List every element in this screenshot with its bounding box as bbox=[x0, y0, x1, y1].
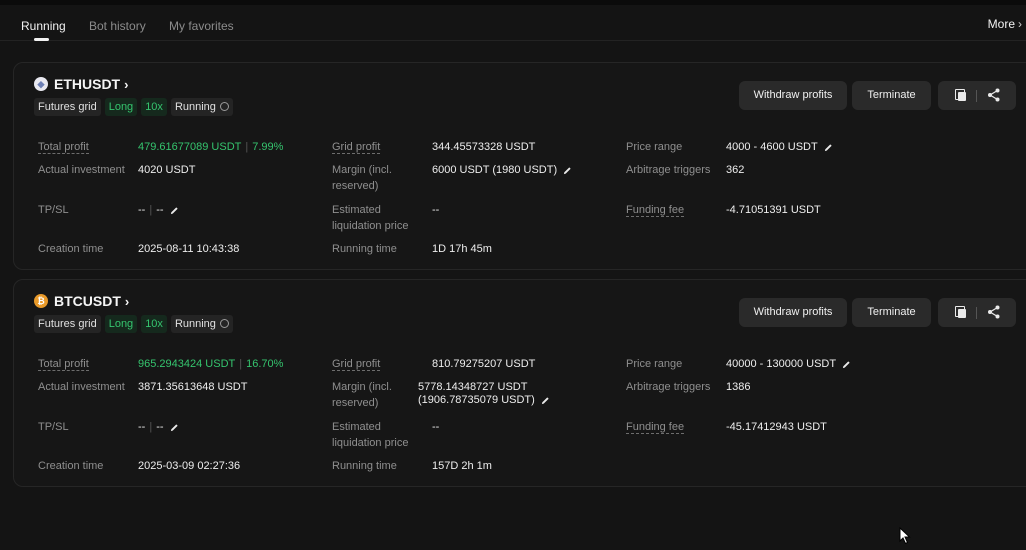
actual-investment-value: 3871.35613648 USDT bbox=[138, 381, 248, 393]
chevron-right-icon: › bbox=[124, 294, 130, 309]
tpsl-label: TP/SL bbox=[38, 204, 69, 216]
total-profit-value: 479.61677089 USDT | 7.99% bbox=[138, 141, 284, 153]
grid-profit-label[interactable]: Grid profit bbox=[332, 139, 381, 155]
edit-icon[interactable] bbox=[842, 360, 851, 369]
tab-bar: Running Bot history My favorites More › bbox=[0, 5, 1026, 41]
tag-status: Running bbox=[170, 315, 233, 333]
terminate-button[interactable]: Terminate bbox=[852, 81, 931, 110]
price-range-value: 4000 - 4600 USDT bbox=[726, 141, 833, 154]
more-link[interactable]: More › bbox=[988, 17, 1022, 31]
total-profit-label[interactable]: Total profit bbox=[38, 356, 89, 372]
bot-card: ◆ ETHUSDT › Futures grid Long 10x Running… bbox=[13, 62, 1026, 270]
total-profit-value: 965.2943424 USDT | 16.70% bbox=[138, 358, 284, 370]
chevron-right-icon: › bbox=[1018, 17, 1022, 31]
actual-investment-label: Actual investment bbox=[38, 164, 125, 176]
running-time-label: Running time bbox=[332, 460, 397, 472]
clock-icon bbox=[219, 102, 229, 111]
copy-icon[interactable] bbox=[955, 306, 967, 319]
funding-fee-label[interactable]: Funding fee bbox=[626, 419, 685, 435]
clock-icon bbox=[219, 319, 229, 328]
active-tab-indicator bbox=[34, 38, 49, 41]
btc-icon: ₿ bbox=[34, 294, 48, 308]
action-button-group bbox=[938, 81, 1016, 110]
grid-profit-label[interactable]: Grid profit bbox=[332, 356, 381, 372]
funding-fee-value: -45.17412943 USDT bbox=[726, 421, 827, 433]
share-icon[interactable] bbox=[987, 88, 1001, 102]
margin-label: Margin (incl. reserved) bbox=[332, 164, 392, 192]
tag-leverage: 10x bbox=[141, 98, 167, 116]
edit-icon[interactable] bbox=[170, 423, 179, 432]
margin-label: Margin (incl. reserved) bbox=[332, 381, 392, 409]
pair-name: ETHUSDT bbox=[54, 76, 121, 92]
eth-icon: ◆ bbox=[34, 77, 48, 91]
margin-value-line2: (1906.78735079 USDT) bbox=[418, 394, 550, 407]
tab-running[interactable]: Running bbox=[21, 19, 66, 33]
terminate-button[interactable]: Terminate bbox=[852, 298, 931, 327]
tab-my-favorites[interactable]: My favorites bbox=[169, 19, 234, 33]
copy-icon[interactable] bbox=[955, 89, 967, 102]
est-liq-value: -- bbox=[432, 421, 440, 433]
actual-investment-value: 4020 USDT bbox=[138, 164, 196, 176]
total-profit-label[interactable]: Total profit bbox=[38, 139, 89, 155]
tag-row: Futures grid Long 10x Running bbox=[34, 98, 233, 116]
share-icon[interactable] bbox=[987, 305, 1001, 319]
arbitrage-triggers-label: Arbitrage triggers bbox=[626, 381, 711, 393]
withdraw-profits-button[interactable]: Withdraw profits bbox=[739, 81, 847, 110]
tag-row: Futures grid Long 10x Running bbox=[34, 315, 233, 333]
creation-time-label: Creation time bbox=[38, 243, 104, 255]
tag-status-label: Running bbox=[174, 318, 216, 330]
running-time-value: 1D 17h 45m bbox=[432, 243, 492, 255]
pair-name: BTCUSDT bbox=[54, 293, 121, 309]
margin-value-line1: 5778.14348727 USDT bbox=[418, 381, 528, 393]
grid-profit-value: 344.45573328 USDT bbox=[432, 141, 536, 153]
price-range-value: 40000 - 130000 USDT bbox=[726, 358, 851, 371]
margin-value: 6000 USDT (1980 USDT) bbox=[432, 164, 572, 177]
tab-bot-history[interactable]: Bot history bbox=[89, 19, 146, 33]
running-time-value: 157D 2h 1m bbox=[432, 460, 492, 472]
funding-fee-value: -4.71051391 USDT bbox=[726, 204, 821, 216]
price-range-label: Price range bbox=[626, 358, 683, 370]
margin-value: 5778.14348727 USDT (1906.78735079 USDT) bbox=[418, 381, 550, 407]
chevron-right-icon: › bbox=[124, 77, 129, 92]
arbitrage-triggers-value: 1386 bbox=[726, 381, 751, 393]
pair-link[interactable]: BTCUSDT › bbox=[54, 293, 129, 309]
edit-icon[interactable] bbox=[824, 143, 833, 152]
withdraw-profits-button[interactable]: Withdraw profits bbox=[739, 298, 847, 327]
est-liq-label: Estimated liquidation price bbox=[332, 421, 409, 449]
est-liq-value: -- bbox=[432, 204, 440, 216]
bots-page: Running Bot history My favorites More › ◆… bbox=[0, 0, 1026, 550]
edit-icon[interactable] bbox=[563, 166, 572, 175]
funding-fee-label[interactable]: Funding fee bbox=[626, 202, 685, 218]
actual-investment-label: Actual investment bbox=[38, 381, 125, 393]
grid-profit-value: 810.79275207 USDT bbox=[432, 358, 536, 370]
divider bbox=[976, 307, 977, 319]
more-label: More bbox=[987, 17, 1015, 31]
tag-status: Running bbox=[170, 98, 233, 116]
tpsl-value: -- | -- bbox=[138, 421, 179, 434]
creation-time-label: Creation time bbox=[38, 460, 104, 472]
creation-time-value: 2025-08-11 10:43:38 bbox=[138, 243, 240, 255]
pair-link[interactable]: ETHUSDT › bbox=[54, 76, 128, 92]
price-range-label: Price range bbox=[626, 141, 683, 153]
edit-icon[interactable] bbox=[541, 396, 550, 405]
tag-direction: Long bbox=[104, 315, 138, 333]
creation-time-value: 2025-03-09 02:27:36 bbox=[138, 460, 241, 472]
arbitrage-triggers-label: Arbitrage triggers bbox=[626, 164, 711, 176]
bot-card: ₿ BTCUSDT › Futures grid Long 10x Running… bbox=[13, 279, 1026, 487]
tpsl-label: TP/SL bbox=[38, 421, 69, 433]
tag-type: Futures grid bbox=[34, 315, 101, 333]
tag-direction: Long bbox=[104, 98, 138, 116]
running-time-label: Running time bbox=[332, 243, 397, 255]
tag-leverage: 10x bbox=[141, 315, 167, 333]
mouse-cursor-icon bbox=[899, 527, 911, 545]
tpsl-value: -- | -- bbox=[138, 204, 179, 217]
action-button-group bbox=[938, 298, 1016, 327]
divider bbox=[976, 90, 977, 102]
edit-icon[interactable] bbox=[170, 206, 179, 215]
arbitrage-triggers-value: 362 bbox=[726, 164, 745, 176]
tag-type: Futures grid bbox=[34, 98, 101, 116]
est-liq-label: Estimated liquidation price bbox=[332, 204, 409, 232]
tag-status-label: Running bbox=[174, 101, 216, 113]
